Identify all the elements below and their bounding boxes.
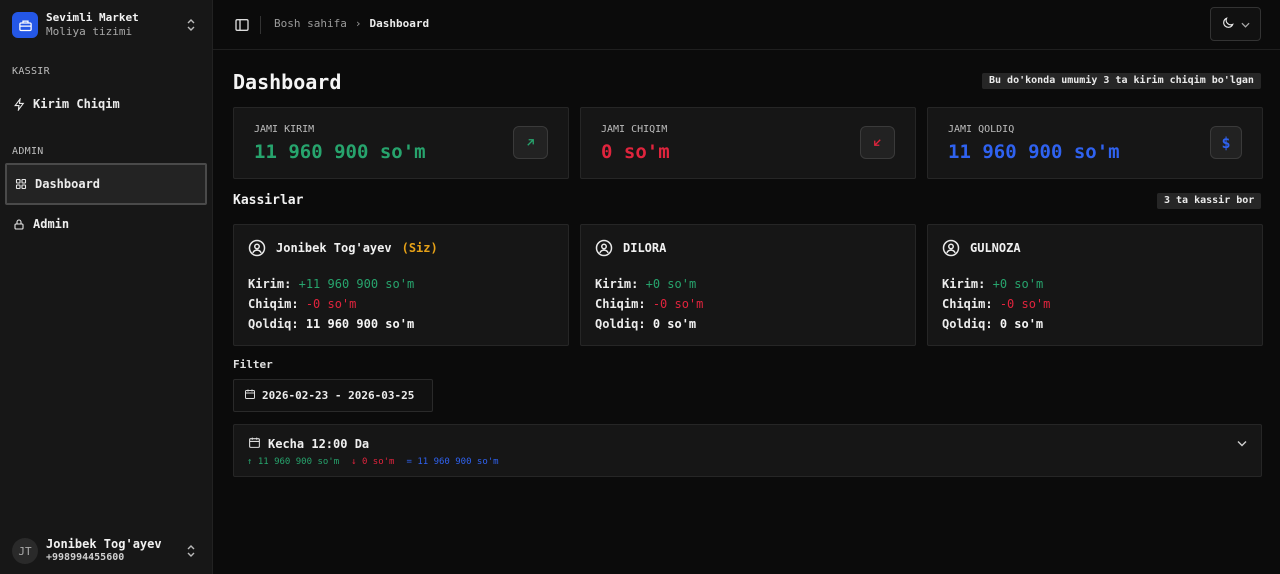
cashier-income: +0 so'm bbox=[645, 277, 697, 291]
chevron-updown-icon bbox=[186, 545, 196, 560]
dollar-icon: $ bbox=[1210, 126, 1242, 159]
filter-label: Filter bbox=[233, 358, 273, 371]
cashier-balance: 11 960 900 so'm bbox=[305, 317, 415, 331]
store-icon bbox=[12, 12, 38, 38]
cashier-expense: -0 so'm bbox=[999, 297, 1051, 311]
page-title: Dashboard bbox=[233, 70, 342, 94]
arrow-down-left-icon bbox=[860, 126, 895, 159]
moon-icon bbox=[1221, 16, 1235, 33]
grid-icon bbox=[14, 177, 28, 191]
income-label: Kirim: bbox=[942, 277, 986, 291]
stat-value: 11 960 900 so'm bbox=[254, 141, 426, 163]
day-balance: = 11 960 900 so'm bbox=[406, 457, 499, 467]
sidebar-item-kirim-chiqim[interactable]: Kirim Chiqim bbox=[5, 83, 207, 125]
breadcrumb-current: Dashboard bbox=[369, 17, 430, 30]
user-menu[interactable]: JT Jonibek Tog'ayev +998994455600 bbox=[12, 537, 202, 565]
sidebar-item-label: Kirim Chiqim bbox=[33, 97, 120, 111]
balance-label: Qoldiq: bbox=[942, 317, 993, 331]
expense-label: Chiqim: bbox=[595, 297, 646, 311]
sidebar-item-admin[interactable]: Admin bbox=[5, 203, 207, 245]
expense-label: Chiqim: bbox=[942, 297, 993, 311]
balance-label: Qoldiq: bbox=[248, 317, 299, 331]
user-name: Jonibek Tog'ayev bbox=[46, 537, 162, 551]
cashier-income: +0 so'm bbox=[992, 277, 1044, 291]
user-circle-icon bbox=[595, 239, 613, 257]
expense-label: Chiqim: bbox=[248, 297, 299, 311]
sidebar-item-dashboard[interactable]: Dashboard bbox=[5, 163, 207, 205]
stat-card-balance: JAMI QOLDIQ 11 960 900 so'm $ bbox=[927, 107, 1263, 179]
breadcrumb: Bosh sahifa › Dashboard bbox=[274, 17, 429, 30]
cashier-card: Jonibek Tog'ayev (Siz) Kirim: +11 960 90… bbox=[233, 224, 569, 346]
theme-toggle-button[interactable] bbox=[1210, 7, 1261, 41]
cashier-balance: 0 so'm bbox=[652, 317, 697, 331]
avatar: JT bbox=[12, 538, 38, 564]
cashier-expense: -0 so'm bbox=[305, 297, 357, 311]
income-label: Kirim: bbox=[595, 277, 639, 291]
breadcrumb-home-link[interactable]: Bosh sahifa bbox=[274, 17, 347, 30]
stat-card-income: JAMI KIRIM 11 960 900 so'm bbox=[233, 107, 569, 179]
stat-label: JAMI CHIQIM bbox=[601, 124, 668, 135]
day-title: Kecha 12:00 Da bbox=[268, 437, 370, 451]
stat-card-expense: JAMI CHIQIM 0 so'm bbox=[580, 107, 916, 179]
chevron-updown-icon bbox=[186, 19, 196, 34]
day-group-accordion[interactable]: Kecha 12:00 Da ↑ 11 960 900 so'm ↓ 0 so'… bbox=[233, 424, 1262, 477]
info-badge: Bu do'konda umumiy 3 ta kirim chiqim bo'… bbox=[982, 73, 1261, 89]
day-income: ↑ 11 960 900 so'm bbox=[247, 457, 340, 467]
topbar: Bosh sahifa › Dashboard bbox=[213, 0, 1280, 50]
store-switcher[interactable]: Sevimli Market Moliya tizimi bbox=[12, 10, 202, 40]
sidebar-item-label: Dashboard bbox=[35, 177, 101, 191]
chevron-right-icon: › bbox=[354, 17, 362, 30]
cashier-balance: 0 so'm bbox=[999, 317, 1044, 331]
cashier-card: DILORA Kirim: +0 so'm Chiqim: -0 so'm Qo… bbox=[580, 224, 916, 346]
sidebar-toggle-icon[interactable] bbox=[234, 17, 250, 33]
divider bbox=[260, 16, 261, 34]
date-range-picker[interactable]: 2026-02-23 - 2026-03-25 bbox=[233, 379, 433, 412]
cashier-name: DILORA bbox=[623, 241, 667, 255]
store-name: Sevimli Market bbox=[46, 11, 139, 24]
income-label: Kirim: bbox=[248, 277, 292, 291]
user-circle-icon bbox=[248, 239, 266, 257]
calendar-icon bbox=[244, 388, 256, 403]
stat-label: JAMI QOLDIQ bbox=[948, 124, 1015, 135]
stat-label: JAMI KIRIM bbox=[254, 124, 315, 135]
balance-label: Qoldiq: bbox=[595, 317, 646, 331]
cashiers-count-badge: 3 ta kassir bor bbox=[1157, 193, 1262, 209]
cashiers-title: Kassirlar bbox=[233, 193, 304, 208]
calendar-icon bbox=[248, 436, 261, 452]
chevron-down-icon bbox=[1241, 17, 1250, 31]
sidebar-item-label: Admin bbox=[33, 217, 70, 231]
section-label-kassir: KASSIR bbox=[12, 66, 50, 77]
chevron-down-icon bbox=[1237, 436, 1247, 450]
cashier-card: GULNOZA Kirim: +0 so'm Chiqim: -0 so'm Q… bbox=[927, 224, 1263, 346]
cashier-income: +11 960 900 so'm bbox=[298, 277, 415, 291]
bolt-icon bbox=[12, 97, 26, 111]
stat-value: 11 960 900 so'm bbox=[948, 141, 1120, 163]
date-range-value: 2026-02-23 - 2026-03-25 bbox=[262, 389, 415, 402]
user-circle-icon bbox=[942, 239, 960, 257]
sidebar: Sevimli Market Moliya tizimi KASSIR Kiri… bbox=[0, 0, 213, 574]
lock-icon bbox=[12, 217, 26, 231]
stat-value: 0 so'm bbox=[601, 141, 670, 163]
arrow-up-right-icon bbox=[513, 126, 548, 159]
cashier-you-badge: (Siz) bbox=[401, 241, 438, 255]
store-subtitle: Moliya tizimi bbox=[46, 25, 133, 38]
cashier-name: Jonibek Tog'ayev bbox=[276, 241, 392, 255]
user-phone: +998994455600 bbox=[46, 552, 125, 563]
section-label-admin: ADMIN bbox=[12, 146, 44, 157]
cashier-name: GULNOZA bbox=[970, 241, 1021, 255]
day-expense: ↓ 0 so'm bbox=[351, 457, 395, 467]
cashier-expense: -0 so'm bbox=[652, 297, 704, 311]
